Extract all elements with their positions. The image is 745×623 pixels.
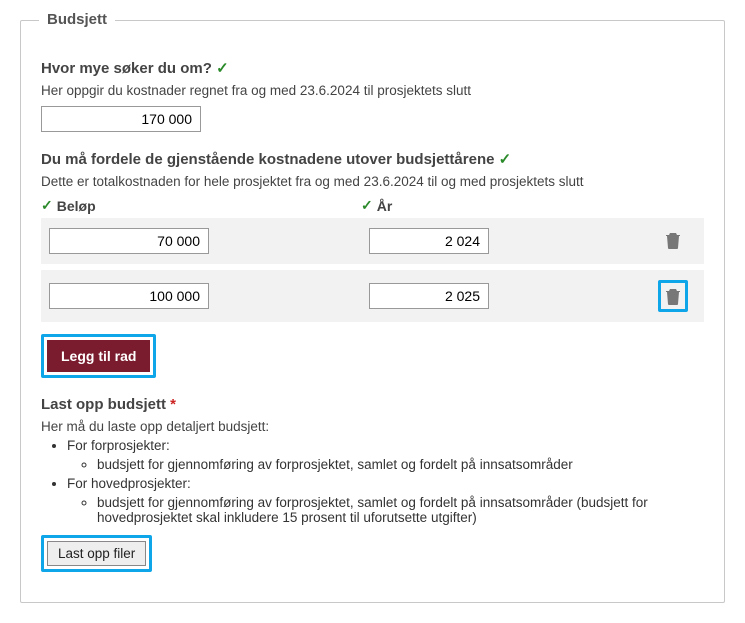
fieldset-legend: Budsjett	[39, 11, 115, 28]
trash-icon	[665, 287, 681, 305]
total-amount-input[interactable]	[41, 106, 201, 132]
check-icon: ✓	[499, 151, 512, 168]
upload-highlight: Last opp filer	[41, 535, 152, 572]
year-input[interactable]	[369, 283, 489, 309]
budget-fieldset: Budsjett Hvor mye søker du om? ✓ Her opp…	[20, 20, 725, 603]
table-header: ✓ Beløp ✓ År	[41, 197, 704, 214]
table-row	[41, 218, 704, 264]
check-icon: ✓	[41, 197, 53, 214]
delete-row-button[interactable]	[658, 280, 688, 312]
upload-title: Last opp budsjett *	[41, 396, 704, 413]
table-row	[41, 270, 704, 322]
upload-files-button[interactable]: Last opp filer	[47, 541, 146, 566]
amount-desc: Her oppgir du kostnader regnet fra og me…	[41, 83, 704, 98]
amount-title: Hvor mye søker du om? ✓	[41, 59, 704, 77]
col-year-label: År	[377, 198, 393, 214]
add-row-button[interactable]: Legg til rad	[47, 340, 150, 372]
list-item: For forprosjekter: budsjett for gjennomf…	[67, 438, 704, 472]
year-input[interactable]	[369, 228, 489, 254]
check-icon: ✓	[361, 197, 373, 214]
amount-input[interactable]	[49, 228, 209, 254]
distribute-title: Du må fordele de gjenstående kostnadene …	[41, 150, 704, 168]
check-icon: ✓	[216, 60, 229, 77]
upload-desc: Her må du laste opp detaljert budsjett:	[41, 419, 704, 434]
required-icon: *	[170, 396, 176, 413]
list-item: budsjett for gjennomføring av forprosjek…	[97, 495, 704, 525]
trash-icon	[665, 231, 681, 249]
upload-list: For forprosjekter: budsjett for gjennomf…	[67, 438, 704, 525]
add-row-highlight: Legg til rad	[41, 334, 156, 378]
delete-row-button[interactable]	[665, 231, 681, 252]
amount-input[interactable]	[49, 283, 209, 309]
col-amount-label: Beløp	[57, 198, 96, 214]
distribute-desc: Dette er totalkostnaden for hele prosjek…	[41, 174, 704, 189]
list-item: budsjett for gjennomføring av forprosjek…	[97, 457, 704, 472]
list-item: For hovedprosjekter: budsjett for gjenno…	[67, 476, 704, 525]
